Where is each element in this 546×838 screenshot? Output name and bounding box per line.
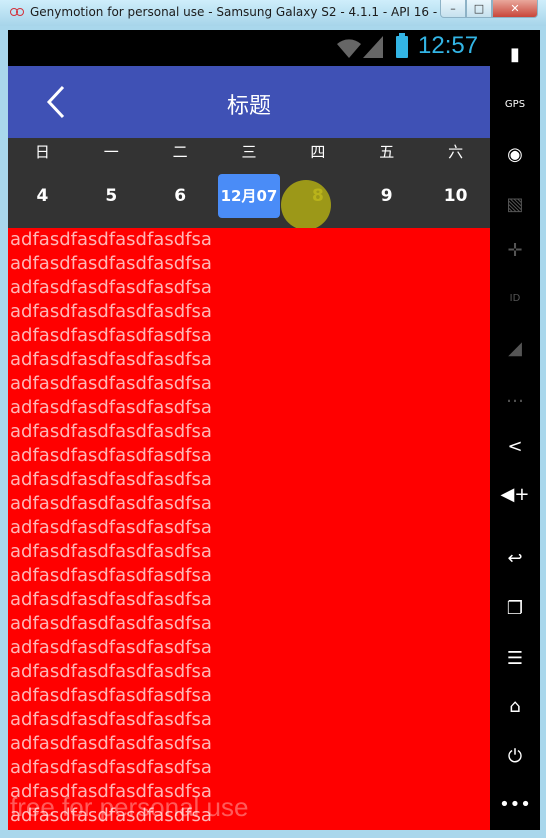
content-line: adfasdfasdfasdfasdfsa [10, 277, 212, 298]
day-cell-selected[interactable]: 12月07 [215, 174, 284, 218]
content-line: adfasdfasdfasdfasdfsa [10, 637, 212, 658]
content-line: adfasdfasdfasdfasdfsa [10, 445, 212, 466]
content-line: adfasdfasdfasdfasdfsa [10, 733, 212, 754]
status-time: 12:57 [418, 32, 479, 59]
battery-icon[interactable]: ▮ [490, 34, 540, 74]
content-line: adfasdfasdfasdfasdfsa [10, 229, 212, 250]
gps-icon[interactable]: GPS [490, 84, 540, 124]
content-line: adfasdfasdfasdfasdfsa [10, 757, 212, 778]
content-line: adfasdfasdfasdfasdfsa [10, 493, 212, 514]
touch-indicator [281, 180, 331, 230]
weekday-label: 三 [241, 143, 257, 161]
watermark-text: free for personal use [10, 792, 249, 822]
content-line: adfasdfasdfasdfasdfsa [10, 373, 212, 394]
window-title: Genymotion for personal use - Samsung Ga… [30, 5, 453, 19]
battery-status-icon [396, 33, 408, 58]
day-cell[interactable]: 10 [421, 174, 490, 218]
sms-icon[interactable]: … [490, 376, 540, 416]
content-line: adfasdfasdfasdfasdfsa [10, 685, 212, 706]
content-line: adfasdfasdfasdfasdfsa [10, 565, 212, 586]
content-line: adfasdfasdfasdfasdfsa [10, 709, 212, 730]
close-button[interactable]: ✕ [492, 0, 538, 18]
content-line: adfasdfasdfasdfasdfsa [10, 613, 212, 634]
power-icon[interactable]: ⏻ [490, 736, 540, 776]
content-line: adfasdfasdfasdfasdfsa [10, 661, 212, 682]
volume-up-icon[interactable]: ◀+ [490, 474, 540, 514]
signal-icon [363, 36, 383, 58]
content-line: adfasdfasdfasdfasdfsa [10, 349, 212, 370]
wifi-icon [337, 39, 361, 58]
genymotion-toolbar: ▮ GPS ◉ ▧ ✛ ID ◢ … < ◀+ ↩ ❐ ☰ ⌂ ⏻ ••• [490, 30, 540, 830]
day-row: 4 5 6 12月07 8 9 10 [8, 174, 490, 218]
more-icon[interactable]: ••• [490, 784, 540, 824]
day-cell[interactable]: 9 [352, 174, 421, 218]
content-line: adfasdfasdfasdfasdfsa [10, 421, 212, 442]
content-area[interactable]: adfasdfasdfasdfasdfsa adfasdfasdfasdfasdf… [8, 228, 490, 830]
selected-day-label: 12月07 [217, 174, 281, 218]
content-line: adfasdfasdfasdfasdfsa [10, 541, 212, 562]
page-title: 标题 [226, 94, 271, 119]
recent-apps-icon[interactable]: ❐ [490, 588, 540, 628]
dpad-icon[interactable]: ✛ [490, 230, 540, 270]
home-icon[interactable]: ⌂ [490, 686, 540, 726]
genymotion-logo-icon [10, 8, 24, 16]
clapper-icon[interactable]: ▧ [490, 184, 540, 224]
weekday-header-row: 日 一 二 三 四 五 六 [8, 138, 490, 166]
window-titlebar: Genymotion for personal use - Samsung Ga… [0, 0, 546, 26]
rss-icon[interactable]: ◢ [490, 328, 540, 368]
content-line: adfasdfasdfasdfasdfsa [10, 517, 212, 538]
phone-screen: 12:57 标题 日 一 二 三 四 五 六 4 5 6 12月07 8 9 1… [8, 30, 490, 830]
content-line: adfasdfasdfasdfasdfsa [10, 325, 212, 346]
day-cell[interactable]: 5 [77, 174, 146, 218]
weekday-label: 一 [103, 143, 119, 161]
id-icon[interactable]: ID [490, 278, 540, 318]
weekday-label: 二 [172, 143, 188, 161]
content-line: adfasdfasdfasdfasdfsa [10, 397, 212, 418]
week-calendar: 日 一 二 三 四 五 六 4 5 6 12月07 8 9 10 [8, 138, 490, 228]
weekday-label: 五 [379, 143, 395, 161]
day-cell[interactable]: 4 [8, 174, 77, 218]
content-line: adfasdfasdfasdfasdfsa [10, 589, 212, 610]
back-icon[interactable]: ↩ [490, 538, 540, 578]
content-line: adfasdfasdfasdfasdfsa [10, 469, 212, 490]
app-bar: 标题 [8, 66, 490, 138]
status-bar: 12:57 [8, 30, 490, 66]
weekday-label: 日 [34, 143, 50, 161]
content-line: adfasdfasdfasdfasdfsa [10, 301, 212, 322]
menu-icon[interactable]: ☰ [490, 638, 540, 678]
weekday-label: 六 [448, 143, 464, 161]
share-icon[interactable]: < [490, 426, 540, 466]
weekday-label: 四 [310, 143, 326, 161]
day-cell[interactable]: 6 [146, 174, 215, 218]
content-line: adfasdfasdfasdfasdfsa [10, 253, 212, 274]
maximize-button[interactable]: □ [466, 0, 492, 18]
webcam-icon[interactable]: ◉ [490, 134, 540, 174]
minimize-button[interactable]: – [440, 0, 466, 18]
